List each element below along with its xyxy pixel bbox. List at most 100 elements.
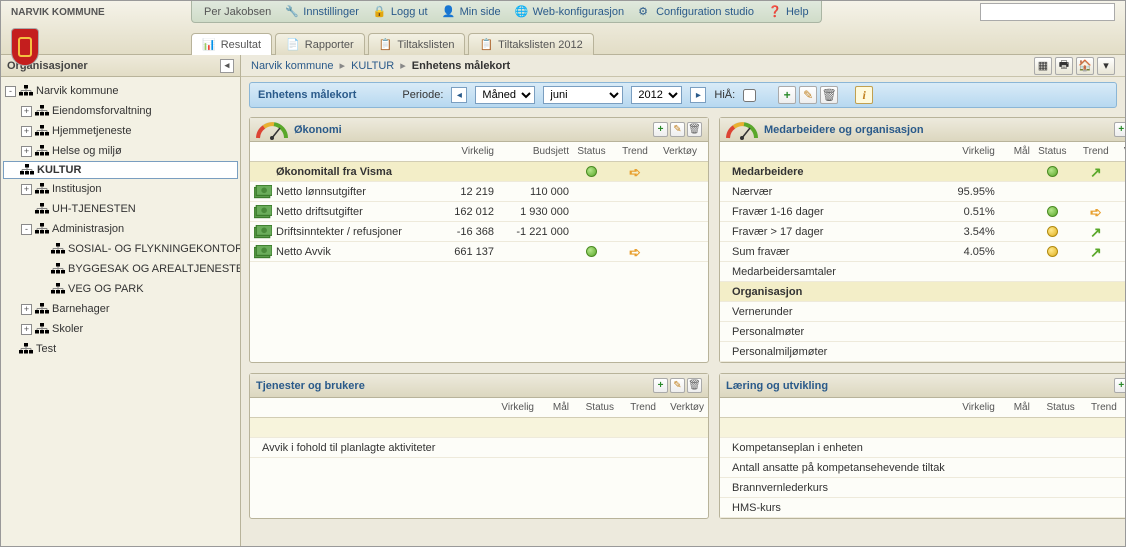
tree-node[interactable]: UH-TJENESTEN xyxy=(3,199,238,219)
tree-node[interactable]: +Hjemmetjeneste xyxy=(3,121,238,141)
menu-settings[interactable]: 🔧Innstillinger xyxy=(285,5,359,19)
period-next-button[interactable]: ▸ xyxy=(690,87,706,103)
spacer-row xyxy=(250,418,708,438)
table-row[interactable]: Sum fravær4.05%↗ xyxy=(720,242,1125,262)
tool-grid-button[interactable]: ▦ xyxy=(1034,57,1052,75)
crumb-root[interactable]: Narvik kommune xyxy=(251,60,334,72)
tree-node[interactable]: + Institusjon xyxy=(3,179,238,199)
menu-help[interactable]: ❓Help xyxy=(768,5,809,19)
card-edit-button[interactable]: ✎ xyxy=(670,122,685,137)
year-select[interactable]: 2012 xyxy=(631,86,682,104)
expand-icon[interactable]: + xyxy=(21,324,32,335)
section-row[interactable]: Økonomitall fra Visma➪ xyxy=(250,162,708,182)
card-edit-button[interactable]: ✎ xyxy=(670,378,685,393)
interval-select[interactable]: Måned xyxy=(475,86,535,104)
info-button[interactable]: i xyxy=(855,86,873,104)
gauge-icon xyxy=(256,120,288,140)
tree-node[interactable]: BYGGESAK OG AREALTJENESTER xyxy=(3,259,238,279)
expand-icon[interactable]: - xyxy=(21,224,32,235)
table-row[interactable]: Fravær 1-16 dager0.51%➪ xyxy=(720,202,1125,222)
tree-label: Institusjon xyxy=(52,183,102,195)
sidebar-collapse-button[interactable]: ◂ xyxy=(220,59,234,73)
table-row[interactable]: Netto lønnsutgifter12 219110 000 xyxy=(250,182,708,202)
tab-tiltakslisten[interactable]: 📋Tiltakslisten xyxy=(368,33,466,55)
expand-icon[interactable]: + xyxy=(21,106,32,117)
filter-bar: Enhetens målekort Periode: ◂ Måned juni … xyxy=(249,82,1117,108)
trend-up-icon: ↗ xyxy=(1090,245,1102,259)
table-row[interactable]: HMS-kurs xyxy=(720,498,1125,518)
tab-resultat[interactable]: 📊Resultat xyxy=(191,33,272,55)
table-row[interactable]: Medarbeidersamtaler xyxy=(720,262,1125,282)
print-button[interactable]: 🖶 xyxy=(1055,57,1073,75)
card-add-button[interactable]: + xyxy=(653,378,668,393)
card-del-button[interactable]: 🗑 xyxy=(687,378,702,393)
table-row[interactable]: Netto Avvik661 137➪ xyxy=(250,242,708,262)
table-row[interactable]: Antall ansatte på kompetansehevende tilt… xyxy=(720,458,1125,478)
dropdown-button[interactable]: ▾ xyxy=(1097,57,1115,75)
tree-node[interactable]: + Helse og miljø xyxy=(3,141,238,161)
tree-node[interactable]: SOSIAL- OG FLYKNINGEKONTOR xyxy=(3,239,238,259)
chart-icon: 📊 xyxy=(202,38,216,51)
card-del-button[interactable]: 🗑 xyxy=(687,122,702,137)
table-row[interactable]: Vernerunder xyxy=(720,302,1125,322)
tree-node[interactable]: Test xyxy=(3,339,238,359)
section-row[interactable]: Medarbeidere↗ xyxy=(720,162,1125,182)
search-input[interactable] xyxy=(980,3,1115,21)
table-row[interactable]: Fravær > 17 dager3.54%↗ xyxy=(720,222,1125,242)
tree-node[interactable]: +Barnehager xyxy=(3,299,238,319)
org-icon xyxy=(20,164,34,176)
row-label: Netto lønnsutgifter xyxy=(276,186,424,198)
card-okonomi: Økonomi +✎🗑 VirkeligBudsjettStatusTrendV… xyxy=(249,117,709,363)
card-add-button[interactable]: + xyxy=(1114,378,1125,393)
tree-node[interactable]: -Administrasjon xyxy=(3,219,238,239)
table-row[interactable]: Nærvær95.95% xyxy=(720,182,1125,202)
crumb-unit[interactable]: KULTUR xyxy=(351,60,394,72)
period-prev-button[interactable]: ◂ xyxy=(451,87,467,103)
row-label: Fravær > 17 dager xyxy=(724,226,940,238)
org-icon xyxy=(19,343,33,355)
table-row[interactable]: Netto driftsutgifter162 0121 930 000 xyxy=(250,202,708,222)
row-label: HMS-kurs xyxy=(724,502,945,514)
month-select[interactable]: juni xyxy=(543,86,623,104)
edit-button[interactable]: ✎ xyxy=(799,86,817,104)
expand-icon[interactable]: + xyxy=(21,126,32,137)
org-icon xyxy=(51,263,65,275)
main-content: Narvik kommune▸ KULTUR▸ Enhetens målekor… xyxy=(241,55,1125,546)
list-icon: 📋 xyxy=(379,38,393,51)
tab-rapporter[interactable]: 📄Rapporter xyxy=(275,33,365,55)
section-row[interactable]: Organisasjon xyxy=(720,282,1125,302)
table-row[interactable]: Brannvernlederkurs xyxy=(720,478,1125,498)
tree-node[interactable]: KULTUR xyxy=(3,161,238,179)
table-row[interactable]: Personalmøter xyxy=(720,322,1125,342)
expand-icon[interactable]: - xyxy=(5,86,16,97)
card-add-button[interactable]: + xyxy=(1114,122,1125,137)
tab-tiltakslisten-2012[interactable]: 📋Tiltakslisten 2012 xyxy=(468,33,593,55)
menu-mypage[interactable]: 👤Min side xyxy=(442,5,501,19)
menu-webconfig[interactable]: 🌐Web-konfigurasjon xyxy=(515,5,625,19)
card-add-button[interactable]: + xyxy=(653,122,668,137)
expand-icon[interactable]: + xyxy=(21,146,32,157)
table-row[interactable]: Kompetanseplan i enheten xyxy=(720,438,1125,458)
tree-node[interactable]: +Skoler xyxy=(3,319,238,339)
tree-label: Helse og miljø xyxy=(52,145,122,157)
org-icon xyxy=(35,203,49,215)
money-icon xyxy=(254,185,272,199)
menu-logout[interactable]: 🔒Logg ut xyxy=(373,5,428,19)
hia-checkbox[interactable] xyxy=(743,89,756,102)
expand-icon[interactable]: + xyxy=(21,304,32,315)
table-row[interactable]: Personalmiljømøter xyxy=(720,342,1125,362)
menu-confstudio[interactable]: ⚙Configuration studio xyxy=(638,5,754,19)
tree-node[interactable]: +Eiendomsforvaltning xyxy=(3,101,238,121)
expand-icon[interactable]: + xyxy=(21,184,32,195)
add-button[interactable]: + xyxy=(778,86,796,104)
tree-node[interactable]: VEG OG PARK xyxy=(3,279,238,299)
table-row[interactable]: Avvik i fohold til planlagte aktiviteter xyxy=(250,438,708,458)
tree-label: BYGGESAK OG AREALTJENESTER xyxy=(68,263,240,275)
org-name: NARVIK KOMMUNE xyxy=(11,7,105,18)
status-dot-icon xyxy=(1047,206,1058,217)
trend-flat-icon: ➪ xyxy=(629,245,641,259)
table-row[interactable]: Driftsinntekter / refusjoner-16 368-1 22… xyxy=(250,222,708,242)
delete-button[interactable]: 🗑 xyxy=(820,86,838,104)
home-button[interactable]: 🏠 xyxy=(1076,57,1094,75)
tree-node[interactable]: -Narvik kommune xyxy=(3,81,238,101)
